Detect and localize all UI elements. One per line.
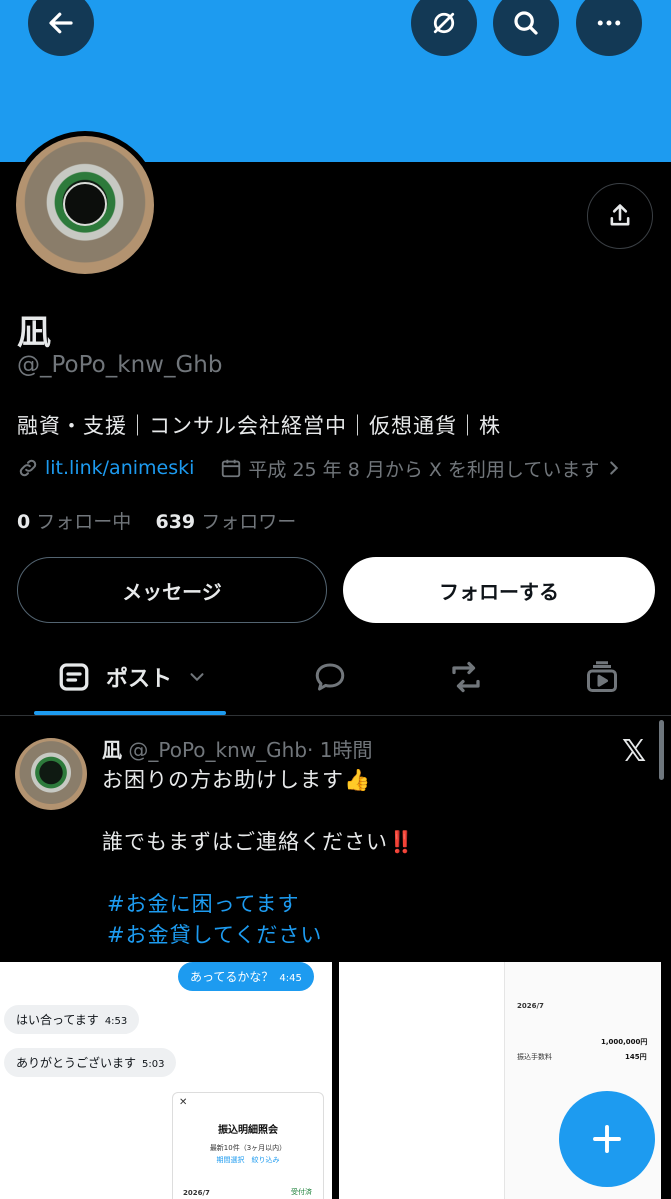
post-avatar[interactable] (15, 738, 87, 810)
chevron-right-icon (610, 461, 619, 475)
profile-avatar[interactable] (11, 131, 159, 279)
share-button[interactable] (587, 183, 653, 249)
compose-button[interactable] (559, 1091, 655, 1187)
close-icon: ✕ (179, 1097, 188, 1108)
card-date: 2026/7 (183, 1189, 210, 1197)
arrow-left-icon (49, 12, 73, 34)
joined-date[interactable]: 平成 25 年 8 月から X を利用しています (248, 455, 599, 482)
follow-button[interactable]: フォローする (343, 557, 655, 623)
tab-posts[interactable]: ポスト (56, 640, 216, 714)
chat-bubble-received: はい合ってます 4:53 (4, 1005, 140, 1034)
tab-replies[interactable] (300, 640, 360, 714)
scrollbar[interactable] (659, 720, 664, 780)
hashtag-link[interactable]: #お金貸してください (107, 919, 322, 949)
posts-icon (59, 663, 89, 691)
post-time: · 1時間 (307, 738, 373, 762)
post-author-handle: @_PoPo_knw_Ghb (128, 738, 308, 762)
transfer-card: ✕ 振込明細照会 最新10件（3ヶ月以内） 期間選択 絞り込み 2026/7 受… (172, 1092, 324, 1199)
share-icon (610, 204, 630, 226)
tab-posts-label: ポスト (106, 667, 173, 692)
doc-amount: 1,000,000円 (601, 1038, 648, 1046)
card-subtitle: 最新10件（3ヶ月以内） (209, 1144, 287, 1152)
slash-circle-icon (433, 12, 455, 34)
card-filter: 期間選択 絞り込み (216, 1156, 280, 1164)
chevron-down-icon (190, 673, 204, 682)
message-button[interactable]: メッセージ (17, 557, 327, 623)
link-icon (19, 459, 37, 477)
profile-handle: @_PoPo_knw_Ghb (17, 352, 223, 378)
repost-icon (452, 661, 480, 693)
profile-name: 凪 (17, 313, 51, 353)
followers-link[interactable]: 639 フォロワー (155, 511, 296, 533)
tab-reposts[interactable] (436, 640, 496, 714)
card-title: 振込明細照会 (218, 1125, 278, 1136)
post-text-line2: 誰でもまずはご連絡ください‼️ (102, 830, 416, 854)
search-icon (514, 11, 538, 35)
chat-bubble-received: ありがとうございます 5:03 (4, 1048, 177, 1077)
chat-bubble-sent: あってるかな？ 4:45 (178, 962, 314, 991)
following-link[interactable]: 0 フォロー中 (17, 511, 131, 533)
calendar-icon (222, 459, 241, 478)
card-status: 受付済 (291, 1188, 312, 1196)
reply-icon (315, 663, 345, 691)
more-horizontal-icon (597, 20, 621, 26)
post-header: 凪 @_PoPo_knw_Ghb· 1時間 (102, 734, 372, 763)
post-author-name[interactable]: 凪 (102, 738, 122, 762)
video-icon (587, 661, 617, 692)
x-logo-icon: 𝕏 (622, 734, 647, 769)
avatar-image (16, 136, 154, 274)
tab-active-indicator (34, 711, 226, 715)
hashtag-link[interactable]: #お金に困ってます (107, 888, 300, 918)
doc-fee: 145円 (625, 1053, 647, 1061)
doc-date: 2026/7 (517, 1002, 544, 1010)
post-text-line1: お困りの方お助けします👍 (102, 768, 372, 792)
follow-stats: 0 フォロー中 639 フォロワー (17, 507, 296, 534)
post-media-image[interactable]: あってるかな？ 4:45 はい合ってます 4:53 ありがとうございます 5:03 ✕… (0, 962, 332, 1199)
plus-icon (593, 1125, 621, 1153)
profile-bio: 融資・支援｜コンサル会社経営中｜仮想通貨｜株 (17, 414, 501, 438)
profile-meta: lit.link/animeski 平成 25 年 8 月から X を利用してい… (17, 455, 625, 481)
tab-media[interactable] (572, 640, 632, 714)
profile-tabs: ポスト (0, 640, 671, 716)
profile-link[interactable]: lit.link/animeski (45, 457, 194, 479)
doc-fee-label: 振込手数料 (517, 1053, 552, 1061)
